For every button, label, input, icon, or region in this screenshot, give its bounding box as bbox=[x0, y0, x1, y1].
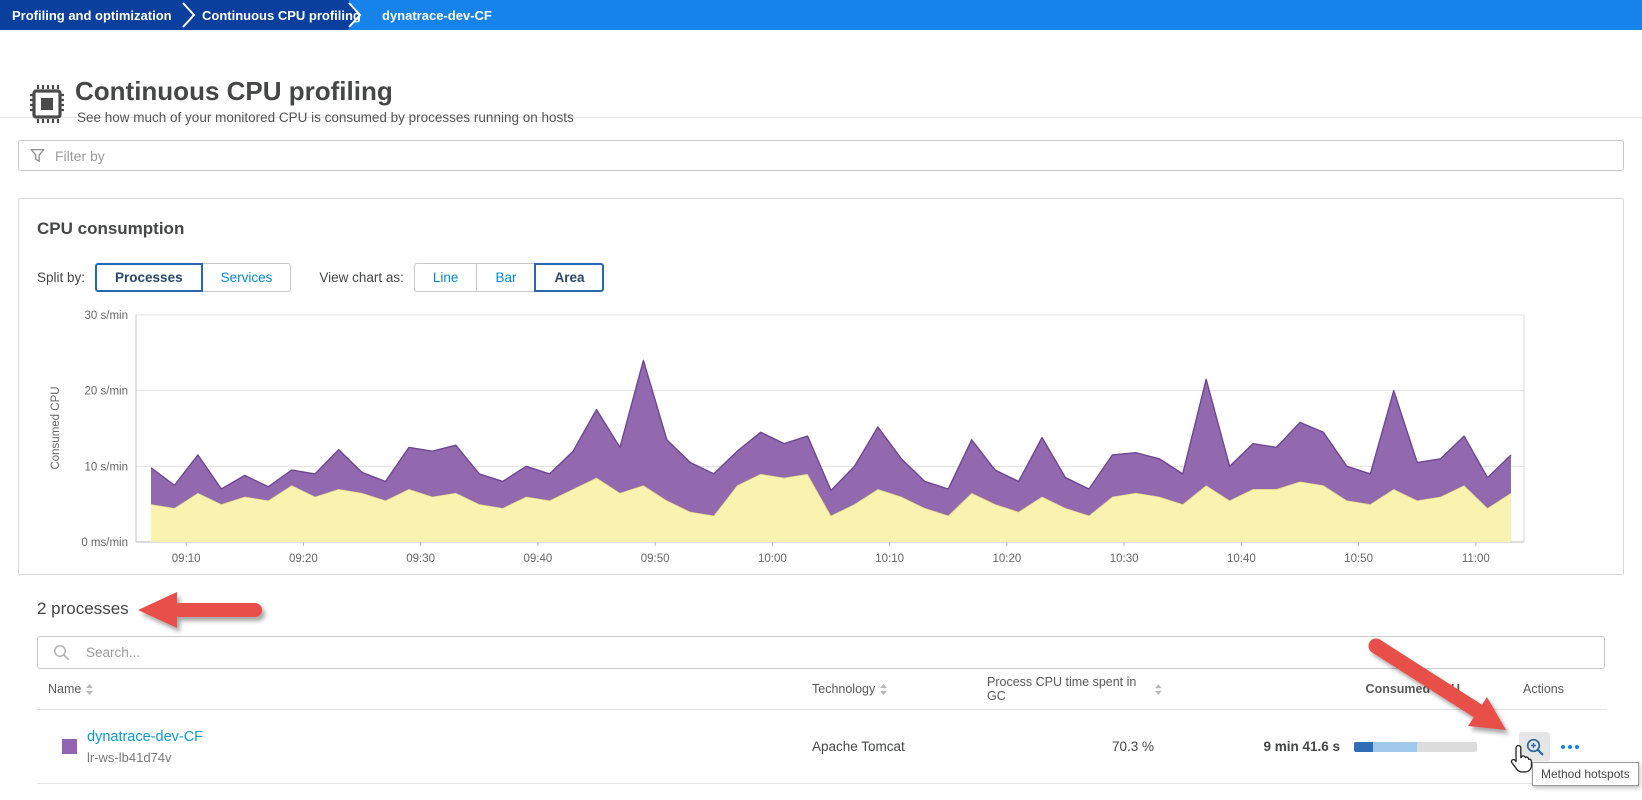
column-label: Process CPU time spent in GC bbox=[987, 675, 1137, 703]
svg-text:Consumed CPU: Consumed CPU bbox=[50, 386, 62, 469]
cpu-consumption-card: CPU consumption Split by: Processes Serv… bbox=[18, 198, 1624, 575]
split-by-label: Split by: bbox=[37, 270, 86, 285]
svg-text:10 s/min: 10 s/min bbox=[85, 461, 128, 473]
column-header-gc[interactable]: Process CPU time spent in GC bbox=[987, 675, 1202, 703]
filter-bar bbox=[18, 140, 1624, 171]
breadcrumb-item-cpu-profiling[interactable]: Continuous CPU profiling bbox=[202, 8, 361, 23]
filter-funnel-icon bbox=[30, 148, 45, 163]
table-row: dynatrace-dev-CF lr-ws-lb41d74v Apache T… bbox=[37, 710, 1607, 784]
page-title: Continuous CPU profiling bbox=[75, 76, 393, 106]
svg-text:20 s/min: 20 s/min bbox=[85, 386, 128, 398]
processes-table: Name Technology Process CPU time spent i… bbox=[37, 669, 1607, 784]
ellipsis-icon bbox=[1568, 744, 1572, 749]
svg-text:10:50: 10:50 bbox=[1344, 553, 1373, 565]
area-chart-svg: 0 ms/min 10 s/min 20 s/min 30 s/min 09:10 09:… bbox=[50, 310, 1525, 565]
column-header-consumed-cpu: Consumed CPU bbox=[1202, 682, 1517, 696]
process-count: 2 processes bbox=[37, 599, 129, 618]
svg-text:10:10: 10:10 bbox=[875, 553, 904, 565]
svg-text:09:30: 09:30 bbox=[406, 553, 435, 565]
table-header-row: Name Technology Process CPU time spent i… bbox=[37, 669, 1607, 710]
split-services-button[interactable]: Services bbox=[201, 263, 292, 292]
svg-text:09:10: 09:10 bbox=[172, 553, 201, 565]
breadcrumb-item-process[interactable]: dynatrace-dev-CF bbox=[382, 8, 492, 23]
svg-text:09:20: 09:20 bbox=[289, 553, 318, 565]
gc-time-cell: 70.3 % bbox=[1111, 739, 1154, 754]
svg-text:10:20: 10:20 bbox=[992, 553, 1021, 565]
page-subtitle: See how much of your monitored CPU is co… bbox=[77, 110, 574, 125]
cpu-consumption-chart: 0 ms/min 10 s/min 20 s/min 30 s/min 09:10 09:… bbox=[37, 300, 1605, 573]
page-header: Continuous CPU profiling See how much of… bbox=[0, 30, 1642, 125]
split-by-group: Processes Services bbox=[95, 263, 292, 292]
technology-cell: Apache Tomcat bbox=[812, 739, 905, 754]
view-bar-button[interactable]: Bar bbox=[476, 263, 536, 292]
consumed-bar-segment bbox=[1417, 741, 1477, 752]
column-label: Technology bbox=[812, 682, 876, 696]
search-bar bbox=[37, 636, 1605, 669]
svg-text:10:30: 10:30 bbox=[1110, 553, 1139, 565]
sort-icon bbox=[1155, 683, 1162, 695]
svg-text:30 s/min: 30 s/min bbox=[85, 310, 128, 322]
column-header-actions: Actions bbox=[1517, 682, 1607, 696]
svg-text:10:40: 10:40 bbox=[1227, 553, 1256, 565]
consumed-bar-segment bbox=[1354, 741, 1373, 752]
svg-text:09:50: 09:50 bbox=[641, 553, 670, 565]
card-title: CPU consumption bbox=[37, 219, 185, 238]
svg-text:09:40: 09:40 bbox=[524, 553, 553, 565]
filter-input[interactable] bbox=[18, 140, 1624, 171]
search-icon bbox=[54, 645, 70, 661]
column-header-technology[interactable]: Technology bbox=[812, 682, 987, 696]
consumed-cpu-cell: 9 min 41.6 s bbox=[1202, 739, 1517, 754]
consumed-cpu-value: 9 min 41.6 s bbox=[1263, 739, 1340, 754]
breadcrumb-svg: Profiling and optimization Continuous CP… bbox=[0, 0, 492, 30]
cursor-pointer-icon bbox=[1510, 744, 1533, 773]
process-name-link[interactable]: dynatrace-dev-CF bbox=[87, 729, 203, 745]
process-color-swatch bbox=[62, 739, 77, 754]
view-area-button[interactable]: Area bbox=[534, 263, 605, 292]
view-line-button[interactable]: Line bbox=[413, 263, 478, 292]
method-hotspots-tooltip: Method hotspots bbox=[1532, 762, 1639, 786]
ellipsis-icon bbox=[1575, 744, 1579, 749]
svg-text:11:00: 11:00 bbox=[1462, 553, 1490, 565]
chart-controls: Split by: Processes Services View chart … bbox=[37, 263, 1605, 292]
split-processes-button[interactable]: Processes bbox=[95, 263, 203, 292]
view-chart-as-label: View chart as: bbox=[319, 270, 404, 285]
cpu-chip-icon bbox=[30, 85, 64, 123]
sort-icon bbox=[880, 683, 888, 695]
sort-icon bbox=[86, 683, 94, 695]
more-actions-button[interactable] bbox=[1559, 741, 1581, 753]
process-host: lr-ws-lb41d74v bbox=[87, 750, 172, 765]
search-input[interactable] bbox=[37, 636, 1605, 669]
process-name-cell: dynatrace-dev-CF lr-ws-lb41d74v bbox=[37, 728, 812, 765]
consumed-cpu-bar bbox=[1354, 741, 1477, 752]
column-label: Consumed CPU bbox=[1365, 682, 1460, 696]
column-label: Name bbox=[48, 682, 82, 696]
breadcrumb-item-profiling[interactable]: Profiling and optimization bbox=[12, 8, 172, 23]
column-label: Actions bbox=[1523, 682, 1564, 696]
consumed-bar-segment bbox=[1373, 741, 1417, 752]
processes-section: 2 processes Name Technology Process CP bbox=[18, 599, 1624, 784]
svg-text:10:00: 10:00 bbox=[758, 553, 787, 565]
svg-text:0 ms/min: 0 ms/min bbox=[81, 537, 128, 549]
breadcrumb: Profiling and optimization Continuous CP… bbox=[0, 0, 1642, 30]
view-chart-group: Line Bar Area bbox=[413, 263, 605, 292]
column-header-name[interactable]: Name bbox=[37, 682, 812, 696]
ellipsis-icon bbox=[1561, 744, 1565, 749]
